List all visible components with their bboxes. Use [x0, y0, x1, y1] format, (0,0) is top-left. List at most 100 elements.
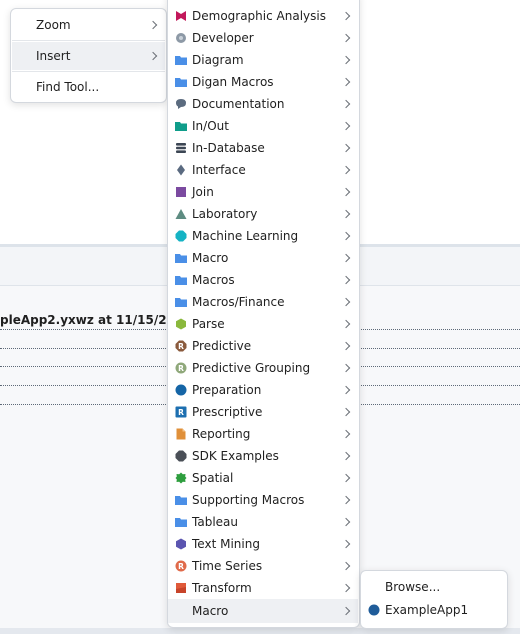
chevron-right-icon — [341, 495, 351, 505]
category-label: Predictive — [192, 339, 252, 353]
chevron-right-icon — [341, 121, 351, 131]
menu-separator — [12, 71, 165, 72]
category-item-tableau[interactable]: Tableau — [168, 511, 358, 533]
chevron-right-icon — [341, 55, 351, 65]
category-item-join[interactable]: Join — [168, 181, 358, 203]
menu-item-exampleapp1[interactable]: ExampleApp1 — [362, 599, 506, 621]
demographic-icon — [176, 11, 186, 21]
category-label: Predictive Grouping — [192, 361, 311, 375]
svg-text:R: R — [178, 408, 184, 417]
menu-item-zoom[interactable]: Zoom — [12, 11, 165, 39]
category-item-predictive[interactable]: R Predictive — [168, 335, 358, 357]
in-out-folder-icon — [175, 122, 187, 131]
results-message: pleApp2.yxwz at 11/15/2024 — [0, 313, 192, 327]
folder-icon — [175, 254, 187, 263]
category-item-documentation[interactable]: Documentation — [168, 93, 358, 115]
chevron-right-icon — [341, 606, 351, 616]
spatial-icon — [175, 472, 187, 484]
category-item-laboratory[interactable]: Laboratory — [168, 203, 358, 225]
developer-gear-icon — [176, 33, 186, 43]
category-item-interface[interactable]: Interface — [168, 159, 358, 181]
category-item-transform[interactable]: Transform — [168, 577, 358, 599]
category-item-spatial[interactable]: Spatial — [168, 467, 358, 489]
machine-learning-icon — [175, 230, 187, 242]
category-item-reporting[interactable]: Reporting — [168, 423, 358, 445]
documentation-icon — [176, 99, 186, 109]
category-label: Preparation — [192, 383, 262, 397]
chevron-right-icon — [341, 473, 351, 483]
menu-item-label: Zoom — [36, 18, 71, 32]
category-item-sdk-examples[interactable]: SDK Examples — [168, 445, 358, 467]
category-item-macro-submenu[interactable]: Macro — [168, 599, 358, 623]
category-label: Time Series — [192, 559, 263, 573]
category-item-demographic-analysis[interactable]: Demographic Analysis — [168, 5, 358, 27]
category-item-diagram[interactable]: Diagram — [168, 49, 358, 71]
chevron-right-icon — [341, 583, 351, 593]
folder-icon — [175, 78, 187, 87]
category-label: Supporting Macros — [192, 493, 305, 507]
category-item-in-database[interactable]: In-Database — [168, 137, 358, 159]
category-item-prescriptive[interactable]: R Prescriptive — [168, 401, 358, 423]
category-label: SDK Examples — [192, 449, 279, 463]
category-item-supporting-macros[interactable]: Supporting Macros — [168, 489, 358, 511]
chevron-right-icon — [341, 319, 351, 329]
category-label: Spatial — [192, 471, 234, 485]
chevron-right-icon — [341, 143, 351, 153]
menu-item-label: Browse... — [385, 580, 441, 594]
category-item-macros-finance[interactable]: Macros/Finance — [168, 291, 358, 313]
menu-item-insert[interactable]: Insert — [12, 42, 165, 70]
category-label: Macro — [192, 251, 229, 265]
menu-item-label: Insert — [36, 49, 71, 63]
category-label: Reporting — [192, 427, 251, 441]
svg-text:R: R — [178, 342, 184, 351]
category-label: Diagram — [192, 53, 244, 67]
interface-diamond-icon — [177, 164, 185, 176]
chevron-right-icon — [341, 517, 351, 527]
time-series-r-icon: R — [175, 560, 187, 572]
chevron-right-icon — [341, 275, 351, 285]
menu-item-find-tool[interactable]: Find Tool... — [12, 73, 165, 101]
predictive-grouping-r-icon: R — [175, 362, 187, 374]
laboratory-triangle-icon — [175, 209, 187, 219]
chevron-right-icon — [341, 11, 351, 21]
sdk-octagon-icon — [175, 450, 187, 462]
chevron-right-icon — [148, 51, 158, 61]
chevron-right-icon — [341, 209, 351, 219]
category-label: Machine Learning — [192, 229, 299, 243]
prescriptive-r-icon: R — [175, 406, 187, 418]
menu-item-browse[interactable]: Browse... — [362, 576, 506, 598]
category-item-in-out[interactable]: In/Out — [168, 115, 358, 137]
menu-item-label: Find Tool... — [36, 80, 100, 94]
transform-icon — [176, 583, 186, 593]
category-item-macros[interactable]: Macros — [168, 269, 358, 291]
category-item-parse[interactable]: Parse — [168, 313, 358, 335]
context-menu: Zoom Insert Find Tool... — [10, 8, 167, 103]
folder-icon — [175, 276, 187, 285]
category-item-digan-macros[interactable]: Digan Macros — [168, 71, 358, 93]
chevron-right-icon — [341, 539, 351, 549]
category-item-machine-learning[interactable]: Machine Learning — [168, 225, 358, 247]
menu-separator — [12, 40, 165, 41]
category-label: Digan Macros — [192, 75, 274, 89]
category-label: Documentation — [192, 97, 285, 111]
macro-submenu: Browse... ExampleApp1 — [360, 570, 508, 629]
category-label: Macros/Finance — [192, 295, 285, 309]
category-label: Laboratory — [192, 207, 258, 221]
folder-icon — [175, 518, 187, 527]
category-item-text-mining[interactable]: Text Mining — [168, 533, 358, 555]
category-label: Parse — [192, 317, 225, 331]
category-item-macro[interactable]: Macro — [168, 247, 358, 269]
join-square-icon — [176, 187, 186, 197]
category-label: Developer — [192, 31, 254, 45]
chevron-right-icon — [341, 231, 351, 241]
chevron-right-icon — [341, 407, 351, 417]
category-item-developer[interactable]: Developer — [168, 27, 358, 49]
category-item-time-series[interactable]: R Time Series — [168, 555, 358, 577]
category-item-preparation[interactable]: Preparation — [168, 379, 358, 401]
predictive-r-icon: R — [175, 340, 187, 352]
category-item-predictive-grouping[interactable]: R Predictive Grouping — [168, 357, 358, 379]
category-label: In/Out — [192, 119, 229, 133]
folder-icon — [175, 496, 187, 505]
category-label: In-Database — [192, 141, 265, 155]
category-label: Tableau — [192, 515, 238, 529]
